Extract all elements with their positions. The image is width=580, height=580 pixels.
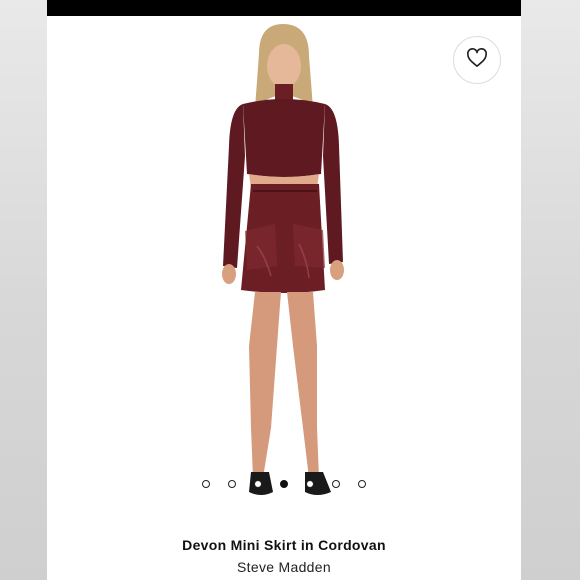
carousel-dot[interactable] <box>254 480 262 488</box>
product-card: Devon Mini Skirt in Cordovan Steve Madde… <box>47 16 521 580</box>
carousel-dot[interactable] <box>202 480 210 488</box>
carousel-dot[interactable] <box>280 480 288 488</box>
heart-outline-icon <box>466 47 488 73</box>
carousel-dot[interactable] <box>306 480 314 488</box>
carousel-dot[interactable] <box>358 480 366 488</box>
carousel-dot[interactable] <box>332 480 340 488</box>
product-image[interactable] <box>47 16 521 516</box>
product-brand[interactable]: Steve Madden <box>47 559 521 575</box>
carousel-indicators <box>47 480 521 492</box>
product-title: Devon Mini Skirt in Cordovan <box>182 537 386 553</box>
carousel-dot[interactable] <box>228 480 236 488</box>
top-nav-bar <box>47 0 521 16</box>
favorite-button[interactable] <box>453 36 501 84</box>
